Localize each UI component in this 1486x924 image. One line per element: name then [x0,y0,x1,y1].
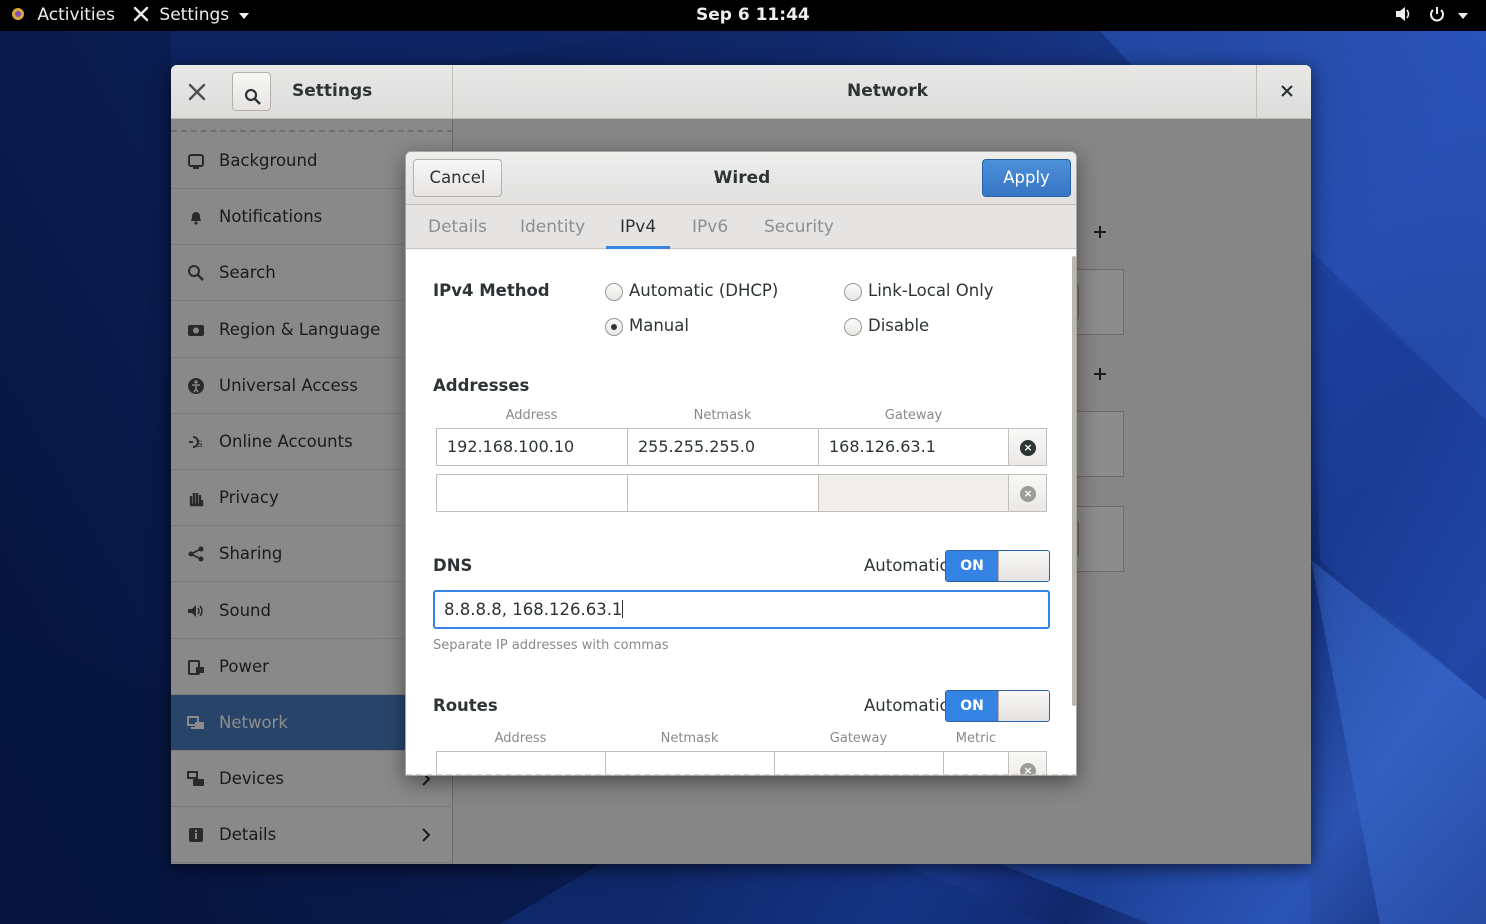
panel-title: Network [847,81,928,101]
radio-link-local-label[interactable]: Link-Local Only [868,281,994,300]
switch-knob [998,551,1049,581]
settings-headerbar: Settings Network [171,65,1311,119]
route-address-field[interactable] [436,751,606,775]
dialog-title: Wired [713,168,771,188]
app-menu-label: Settings [159,5,230,25]
radio-link-local[interactable] [844,283,862,301]
settings-tools-icon [132,3,150,22]
ipv4-page: IPv4 Method Automatic (DHCP) Link-Local … [406,250,1076,775]
wired-dialog: Cancel Wired Apply Details Identity IPv4… [405,151,1077,776]
netmask-field-empty[interactable] [627,474,819,512]
settings-tools-icon [187,82,207,102]
address-col-header: Address [505,408,558,423]
header-separator-right [1256,65,1257,119]
settings-title: Settings [292,81,373,101]
dialog-tabs: Details Identity IPv4 IPv6 Security [406,205,1076,249]
text-cursor [622,600,624,618]
route-metric-col-header: Metric [955,731,997,746]
search-icon [244,83,262,119]
route-gateway-col-header: Gateway [829,731,888,746]
system-menu-chevron-icon[interactable] [1458,0,1468,31]
gateway-field-empty [818,474,1009,512]
tab-details[interactable]: Details [428,205,487,249]
close-icon[interactable] [1277,81,1297,101]
dialog-header: Cancel Wired Apply [406,152,1076,205]
dialog-scrollbar[interactable] [1072,256,1076,706]
switch-on-label: ON [946,691,998,721]
remove-route-button[interactable]: × [1008,751,1047,775]
address-field-empty[interactable] [436,474,628,512]
app-menu[interactable]: Settings [132,0,249,31]
chevron-down-icon [238,0,249,31]
dns-automatic-label: Automatic [864,556,949,575]
scroll-edge [406,774,1076,775]
radio-automatic-dhcp[interactable] [605,283,623,301]
remove-circle-icon: × [1020,486,1036,502]
header-separator [452,65,453,119]
radio-manual-label[interactable]: Manual [629,316,689,335]
remove-address-button-empty[interactable]: × [1008,474,1047,512]
gateway-col-header: Gateway [884,408,943,423]
netmask-col-header: Netmask [693,408,752,423]
route-netmask-field[interactable] [605,751,775,775]
dns-automatic-switch[interactable]: ON [945,550,1050,582]
dns-label: DNS [433,556,473,575]
radio-manual[interactable] [605,318,623,336]
route-address-col-header: Address [494,731,547,746]
radio-disable-label[interactable]: Disable [868,316,929,335]
activities-button[interactable]: Activities [10,0,115,31]
tab-identity[interactable]: Identity [520,205,585,249]
radio-automatic-dhcp-label[interactable]: Automatic (DHCP) [629,281,778,300]
addresses-label: Addresses [433,376,530,395]
gateway-field[interactable]: 168.126.63.1 [818,428,1009,466]
activities-label: Activities [37,5,115,25]
switch-knob [998,691,1049,721]
route-gateway-field[interactable] [774,751,944,775]
tab-ipv6[interactable]: IPv6 [692,205,728,249]
power-menu-icon[interactable] [1428,0,1446,31]
routes-automatic-label: Automatic [864,696,949,715]
radio-disable[interactable] [844,318,862,336]
dns-input-value: 8.8.8.8, 168.126.63.1 [444,600,623,619]
remove-address-button[interactable]: × [1008,428,1047,466]
address-field[interactable]: 192.168.100.10 [436,428,628,466]
tab-security[interactable]: Security [764,205,834,249]
tab-ipv4[interactable]: IPv4 [605,205,671,249]
ipv4-method-label: IPv4 Method [433,281,550,300]
volume-icon[interactable] [1394,0,1412,31]
clock[interactable]: Sep 6 11:44 [696,0,810,31]
search-button[interactable] [232,72,271,111]
activities-icon [10,2,26,20]
route-netmask-col-header: Netmask [660,731,719,746]
netmask-field[interactable]: 255.255.255.0 [627,428,819,466]
switch-on-label: ON [946,551,998,581]
apply-button[interactable]: Apply [982,159,1071,197]
dns-input[interactable]: 8.8.8.8, 168.126.63.1 [433,590,1050,629]
top-bar: Activities Settings Sep 6 11:44 [0,0,1486,31]
dns-hint: Separate IP addresses with commas [433,638,669,653]
routes-automatic-switch[interactable]: ON [945,690,1050,722]
route-metric-field[interactable] [943,751,1009,775]
remove-circle-icon: × [1020,440,1036,456]
routes-label: Routes [433,696,498,715]
